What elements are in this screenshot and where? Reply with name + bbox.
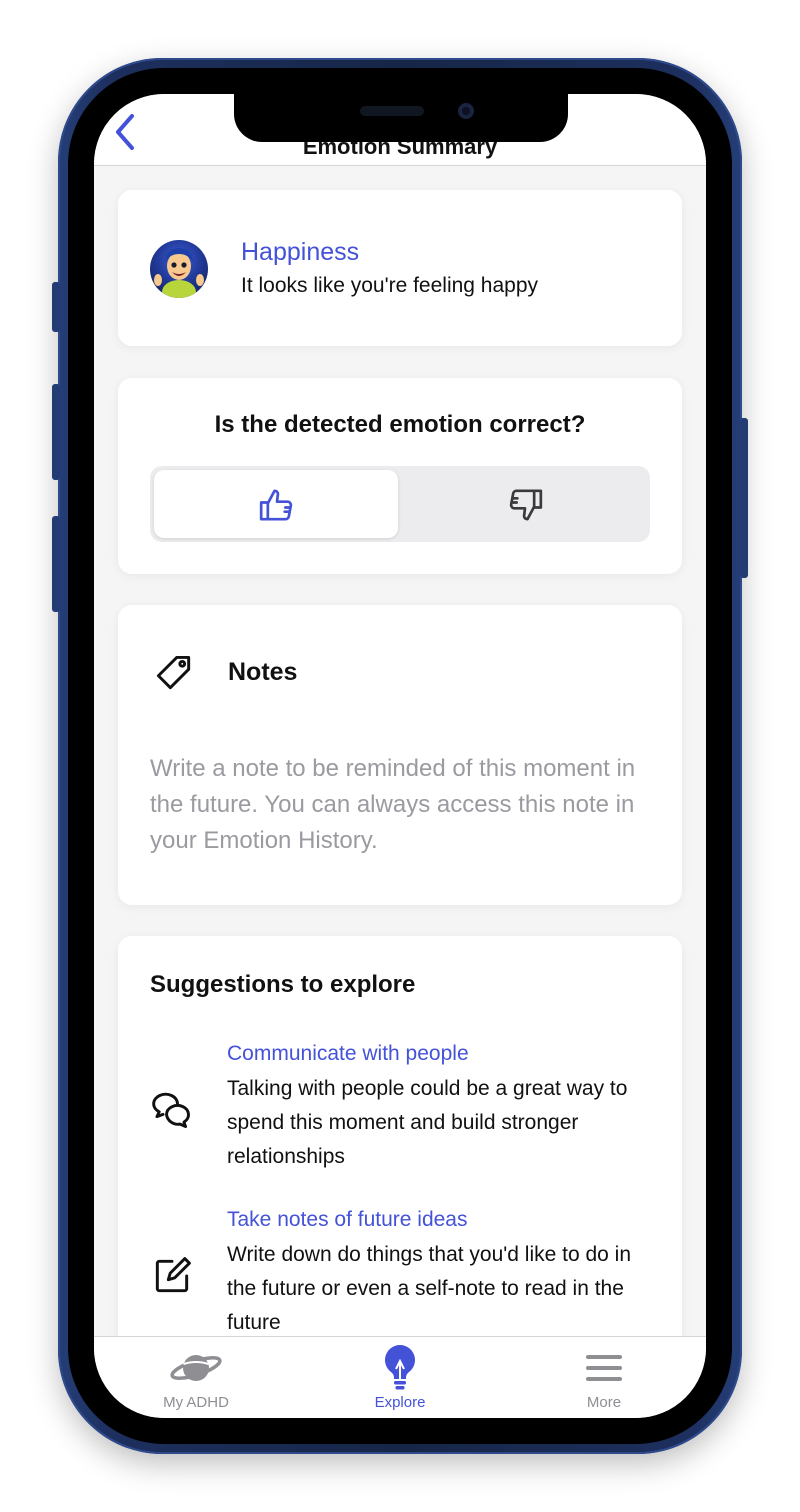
- tab-label: More: [586, 1394, 622, 1411]
- app-screen: Emotion Summary Happiness It looks like …: [94, 94, 706, 1418]
- volume-up-button: [52, 384, 60, 480]
- chat-bubbles-icon: [152, 1092, 190, 1128]
- tab-label: Explore: [374, 1394, 426, 1411]
- suggestion-title: Take notes of future ideas: [227, 1208, 468, 1231]
- suggestions-heading: Suggestions to explore: [150, 971, 416, 998]
- emotion-avatar: [150, 240, 208, 298]
- joy-character-icon: [154, 248, 204, 298]
- suggestion-title: Communicate with people: [227, 1042, 469, 1065]
- thumbs-down-button[interactable]: [402, 470, 646, 538]
- notes-card: Notes Write a note to be reminded of thi…: [118, 605, 682, 905]
- tag-icon: [156, 655, 191, 690]
- feedback-question: Is the detected emotion correct?: [214, 411, 586, 438]
- tab-bar: My ADHD Explore More: [94, 1336, 706, 1418]
- suggestion-item-communicate[interactable]: Communicate with people Talking with peo…: [118, 1040, 682, 1200]
- planet-icon: [170, 1355, 222, 1381]
- volume-down-button: [52, 516, 60, 612]
- thumbs-up-icon: [259, 489, 293, 521]
- suggestion-description: Write down do things that you'd like to …: [227, 1243, 632, 1334]
- detected-emotion-card: Happiness It looks like you're feeling h…: [118, 190, 682, 346]
- mute-switch: [52, 282, 60, 332]
- emotion-description: It looks like you're feeling happy: [241, 274, 539, 297]
- phone-notch: [234, 94, 568, 142]
- front-camera: [458, 103, 474, 119]
- thumbs-up-button[interactable]: [154, 470, 398, 538]
- emotion-name: Happiness: [241, 238, 360, 266]
- notes-title: Notes: [228, 658, 298, 686]
- lightbulb-icon: [385, 1345, 415, 1390]
- emotion-feedback-card: Is the detected emotion correct?: [118, 378, 682, 574]
- power-button: [740, 418, 748, 578]
- tab-my-adhd[interactable]: My ADHD: [94, 1337, 298, 1418]
- tab-explore[interactable]: Explore: [298, 1337, 502, 1418]
- thumbs-down-icon: [509, 489, 543, 521]
- tab-label: My ADHD: [163, 1394, 229, 1411]
- suggestions-card: Suggestions to explore Communicate with …: [118, 936, 682, 1396]
- suggestion-description: Talking with people could be a great way…: [227, 1077, 628, 1168]
- speaker-grille: [360, 106, 424, 116]
- menu-icon: [586, 1355, 622, 1381]
- feedback-segmented-control: [150, 466, 650, 542]
- notes-textarea[interactable]: Write a note to be reminded of this mome…: [150, 751, 650, 859]
- edit-note-icon: [155, 1257, 191, 1293]
- tab-more[interactable]: More: [502, 1337, 706, 1418]
